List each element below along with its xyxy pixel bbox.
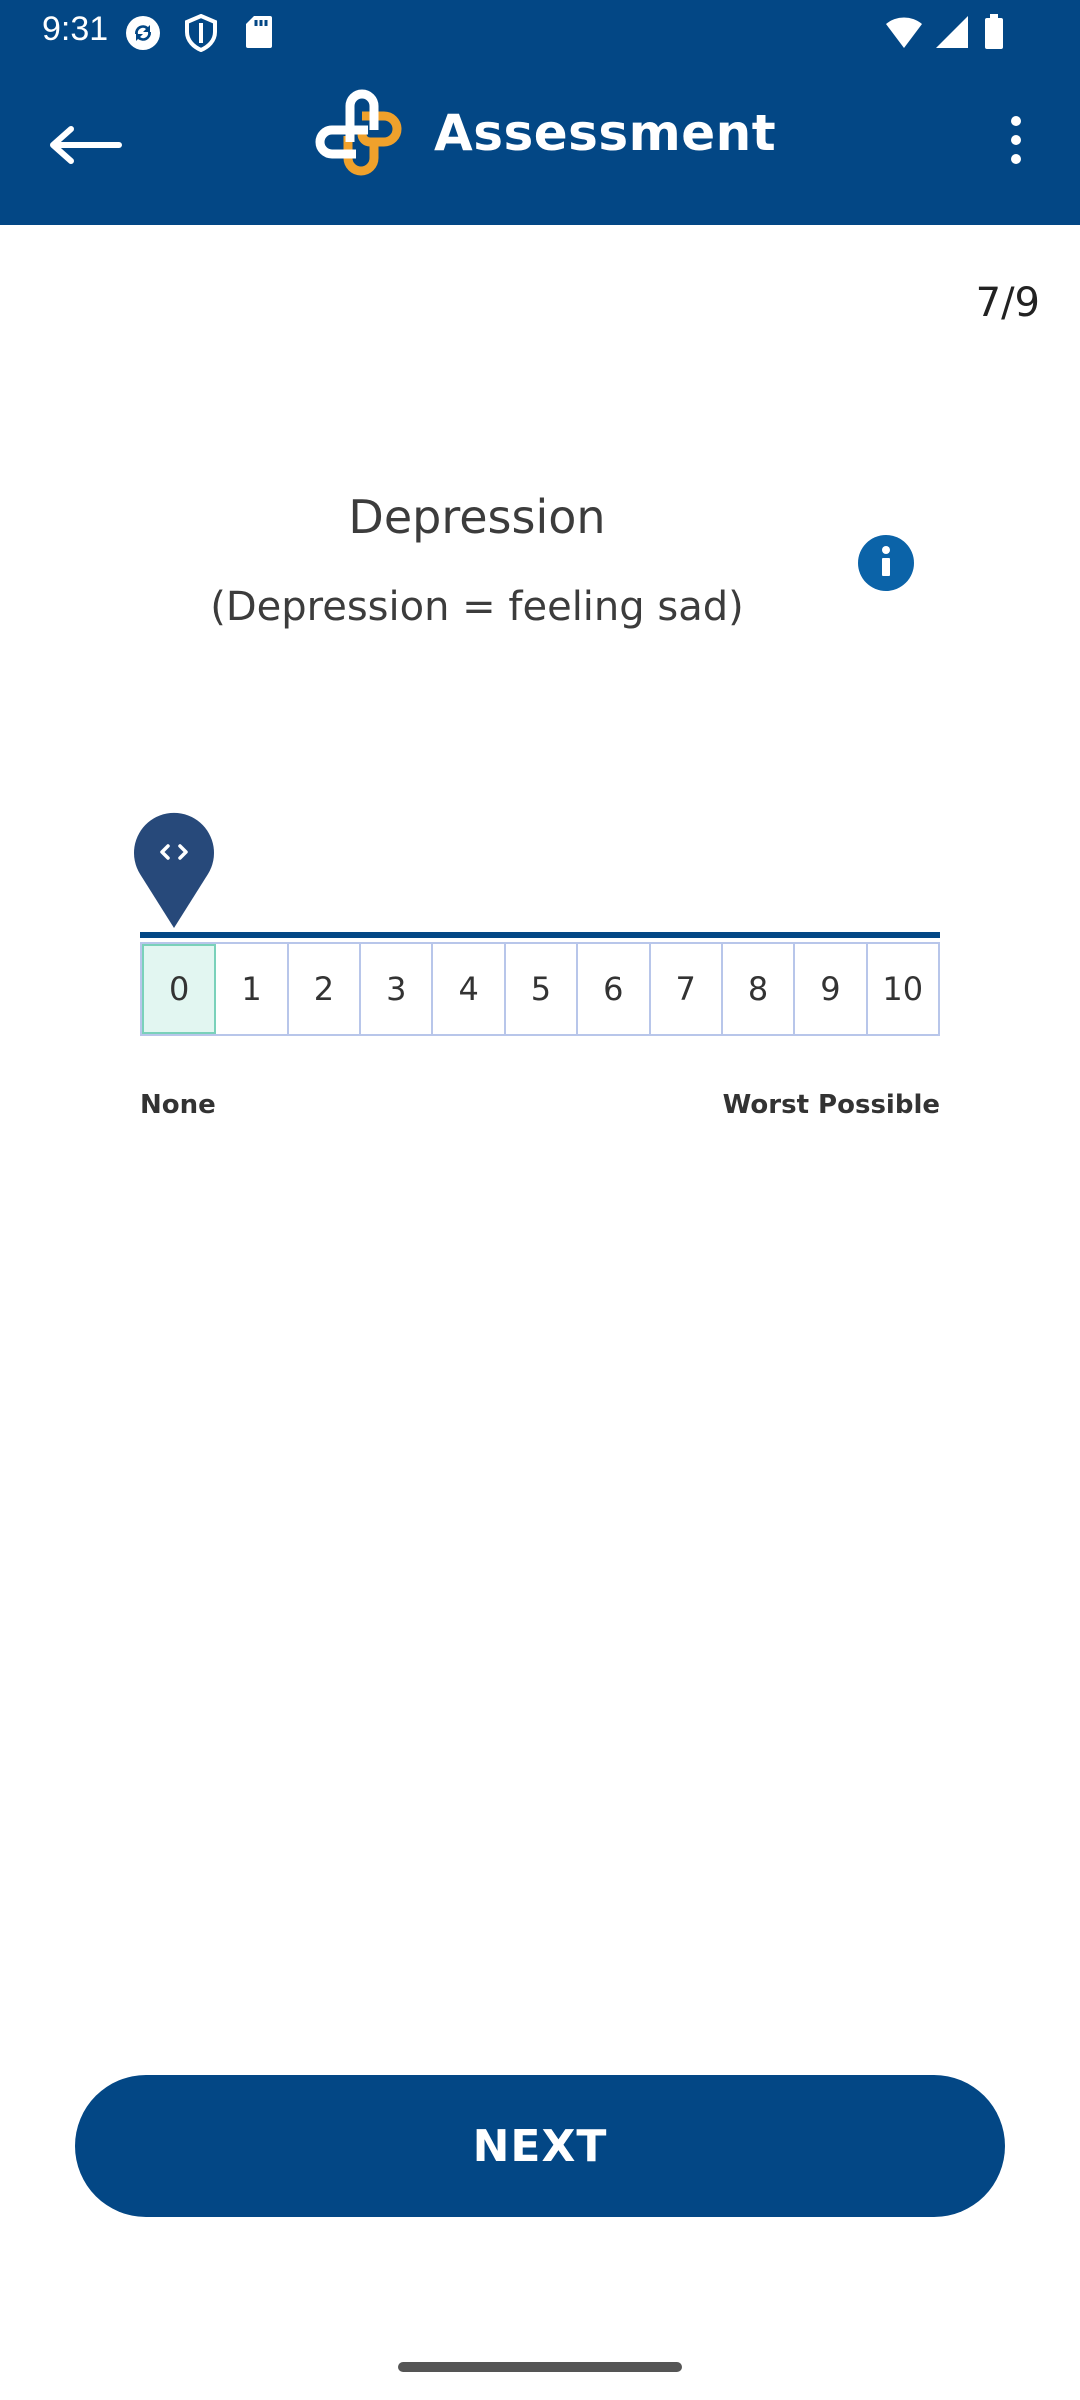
scale-option-2[interactable]: 2 bbox=[289, 944, 362, 1034]
status-time: 9:31 bbox=[42, 10, 109, 48]
next-button[interactable]: NEXT bbox=[75, 2075, 1005, 2217]
scale-option-3[interactable]: 3 bbox=[361, 944, 434, 1034]
rating-scale: 0 1 2 3 4 5 6 7 8 9 10 bbox=[140, 942, 940, 1036]
scale-option-9[interactable]: 9 bbox=[795, 944, 868, 1034]
battery-icon bbox=[984, 14, 1004, 54]
more-options-button[interactable] bbox=[990, 100, 1042, 180]
next-button-label: NEXT bbox=[472, 2120, 608, 2172]
question-subtitle: (Depression = feeling sad) bbox=[210, 584, 744, 630]
scale-option-6[interactable]: 6 bbox=[578, 944, 651, 1034]
slider-thumb[interactable] bbox=[132, 812, 216, 930]
scale-option-5[interactable]: 5 bbox=[506, 944, 579, 1034]
signal-icon bbox=[934, 14, 970, 54]
app-title: Assessment bbox=[434, 104, 777, 162]
status-bar: 9:31 bbox=[0, 0, 1080, 62]
home-indicator[interactable] bbox=[398, 2362, 682, 2372]
more-vert-icon-dot bbox=[1011, 135, 1021, 145]
more-vert-icon-dot bbox=[1011, 154, 1021, 164]
scale-option-8[interactable]: 8 bbox=[723, 944, 796, 1034]
wifi-icon bbox=[884, 14, 924, 54]
scale-option-10[interactable]: 10 bbox=[868, 944, 938, 1034]
more-vert-icon bbox=[1011, 116, 1021, 126]
sync-icon bbox=[124, 14, 162, 56]
scale-option-0[interactable]: 0 bbox=[142, 944, 217, 1034]
app-logo bbox=[312, 86, 412, 186]
sd-card-icon bbox=[244, 14, 274, 54]
back-button[interactable] bbox=[30, 102, 140, 192]
scale-max-label: Worst Possible bbox=[722, 1090, 940, 1120]
question-title: Depression bbox=[348, 490, 606, 544]
scale-option-7[interactable]: 7 bbox=[651, 944, 723, 1034]
shield-icon bbox=[184, 13, 218, 56]
scale-option-1[interactable]: 1 bbox=[216, 944, 289, 1034]
info-button[interactable] bbox=[858, 535, 914, 591]
scale-option-4[interactable]: 4 bbox=[433, 944, 506, 1034]
app-bar: Assessment bbox=[0, 62, 1080, 225]
scale-min-label: None bbox=[140, 1090, 216, 1120]
question-progress: 7/9 bbox=[975, 280, 1040, 326]
info-icon bbox=[858, 533, 914, 593]
arrow-left-icon bbox=[47, 125, 123, 169]
scale-track bbox=[140, 932, 940, 938]
